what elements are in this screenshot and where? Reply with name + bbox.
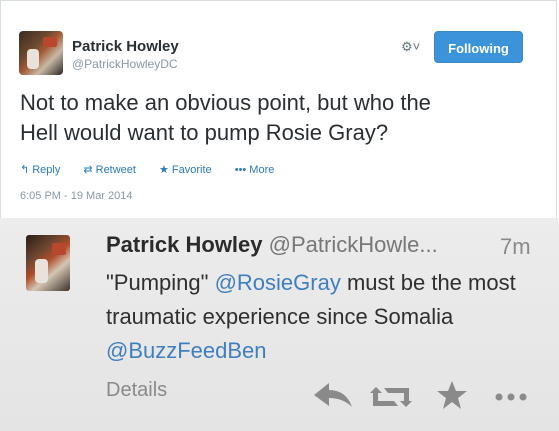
mention-rosiegray[interactable]: @RosieGray [215, 270, 341, 295]
retweet-icon[interactable] [370, 383, 412, 411]
following-button[interactable]: Following [434, 31, 523, 63]
tweet-timestamp[interactable]: 6:05 PM - 19 Mar 2014 [20, 190, 133, 202]
embedded-tweet-text: "Pumping" @RosieGray must be the most tr… [106, 270, 516, 363]
details-link[interactable]: Details [106, 379, 167, 402]
mention-buzzfeedben[interactable]: @BuzzFeedBen [106, 338, 267, 363]
retweet-icon: ⇄ [83, 164, 93, 176]
embedded-time[interactable]: 7m [500, 234, 531, 260]
reply-icon: ↰ [20, 164, 30, 176]
author-name[interactable]: Patrick Howley [72, 38, 179, 55]
tweet-actions: ↰ Reply ⇄ Retweet ★ Favorite ••• More [20, 163, 294, 176]
embedded-avatar[interactable] [26, 235, 70, 291]
tweet-text: Not to make an obvious point, but who th… [20, 90, 431, 145]
star-icon: ★ [159, 164, 169, 176]
more-button[interactable]: ••• More [235, 164, 285, 176]
more-icon[interactable] [494, 392, 528, 402]
ellipsis-icon: ••• [234, 164, 247, 176]
embedded-author-name[interactable]: Patrick Howley [106, 232, 263, 257]
star-icon[interactable] [436, 380, 468, 410]
reply-icon[interactable] [312, 380, 354, 410]
avatar[interactable] [19, 31, 63, 75]
author-handle[interactable]: @PatrickHowleyDC [72, 57, 178, 71]
gear-icon[interactable]: ⚙˅ [401, 39, 420, 55]
retweet-button[interactable]: ⇄ Retweet [83, 164, 149, 176]
tweet-card: Patrick Howley @PatrickHowleyDC ⚙˅ Follo… [0, 0, 557, 218]
embedded-header: Patrick Howley @PatrickHowle... [106, 232, 438, 258]
favorite-button[interactable]: ★ Favorite [159, 164, 225, 176]
reply-button[interactable]: ↰ Reply [20, 164, 73, 176]
embedded-author-handle[interactable]: @PatrickHowle... [269, 232, 438, 257]
